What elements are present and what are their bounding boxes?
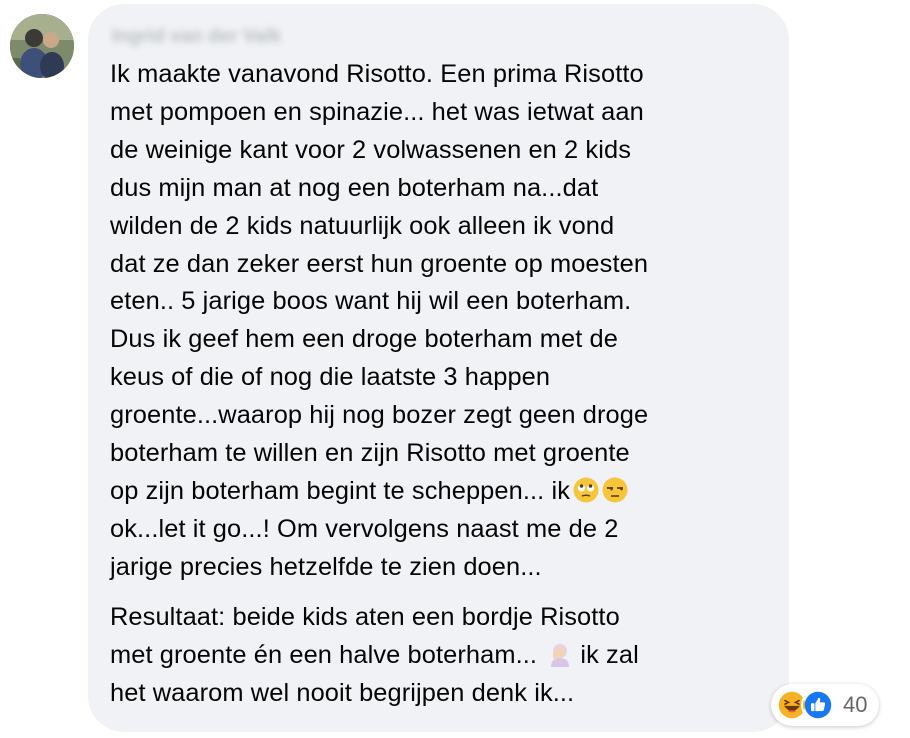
comment-line-text: met groente én een halve boterham... [110, 640, 538, 669]
comment-line: het waarom wel nooit begrijpen denk ik..… [110, 678, 575, 707]
unamused-face-emoji [602, 477, 628, 503]
comment-line: dus mijn man at nog een boterham na...da… [110, 173, 599, 202]
comment-line: jarige precies hetzelfde te zien doen... [110, 552, 542, 581]
comment-line: Ik maakte vanavond Risotto. Een prima Ri… [110, 60, 644, 88]
comment-line-with-emojis: met groente én een halve boterham... ik … [110, 637, 767, 675]
comment-bubble: Ingrid van der Valk Ik maakte vanavond R… [88, 4, 789, 732]
comment-line: Dus ik geef hem een droge boterham met d… [110, 325, 618, 354]
comment-line: de weinige kant voor 2 volwassenen en 2 … [110, 135, 631, 164]
avatar[interactable] [10, 14, 74, 78]
reactions-summary[interactable]: 40 [771, 684, 880, 726]
comment-line: Resultaat: beide kids aten een bordje Ri… [110, 602, 620, 631]
face-with-rolling-eyes-emoji [573, 477, 599, 503]
comment-paragraph-2: Resultaat: beide kids aten een bordje Ri… [110, 599, 767, 713]
comment-line-text: ik zal [580, 640, 639, 669]
comment-line: ok...let it go...! Om vervolgens naast m… [110, 514, 619, 543]
comment-line: boterham te willen en zijn Risotto met g… [110, 439, 630, 468]
woman-facepalming-emoji [551, 643, 570, 667]
comment-line-with-emojis: op zijn boterham begint te scheppen... i… [110, 473, 767, 511]
comment-line-text: op zijn boterham begint te scheppen... i… [110, 476, 571, 505]
reaction-count: 40 [843, 692, 868, 717]
comment-text: Ik maakte vanavond Risotto. Een prima Ri… [110, 56, 767, 712]
comment-line: groente...waarop hij nog bozer zegt geen… [110, 401, 649, 430]
comment-line: eten.. 5 jarige boos want hij wil een bo… [110, 287, 632, 316]
comment-line: wilden de 2 kids natuurlijk ook alleen i… [110, 211, 615, 240]
comment-line: met pompoen en spinazie... het was ietwa… [110, 97, 644, 126]
profile-photo-icon [10, 14, 74, 78]
comment-paragraph-1: Ik maakte vanavond Risotto. Een prima Ri… [110, 56, 767, 587]
comment-author[interactable]: Ingrid van der Valk [112, 24, 281, 50]
comment-line: dat ze dan zeker eerst hun groente op mo… [110, 249, 649, 278]
comment-line: keus of die of nog die laatste 3 happen [110, 363, 551, 392]
like-reaction-icon [801, 688, 835, 722]
